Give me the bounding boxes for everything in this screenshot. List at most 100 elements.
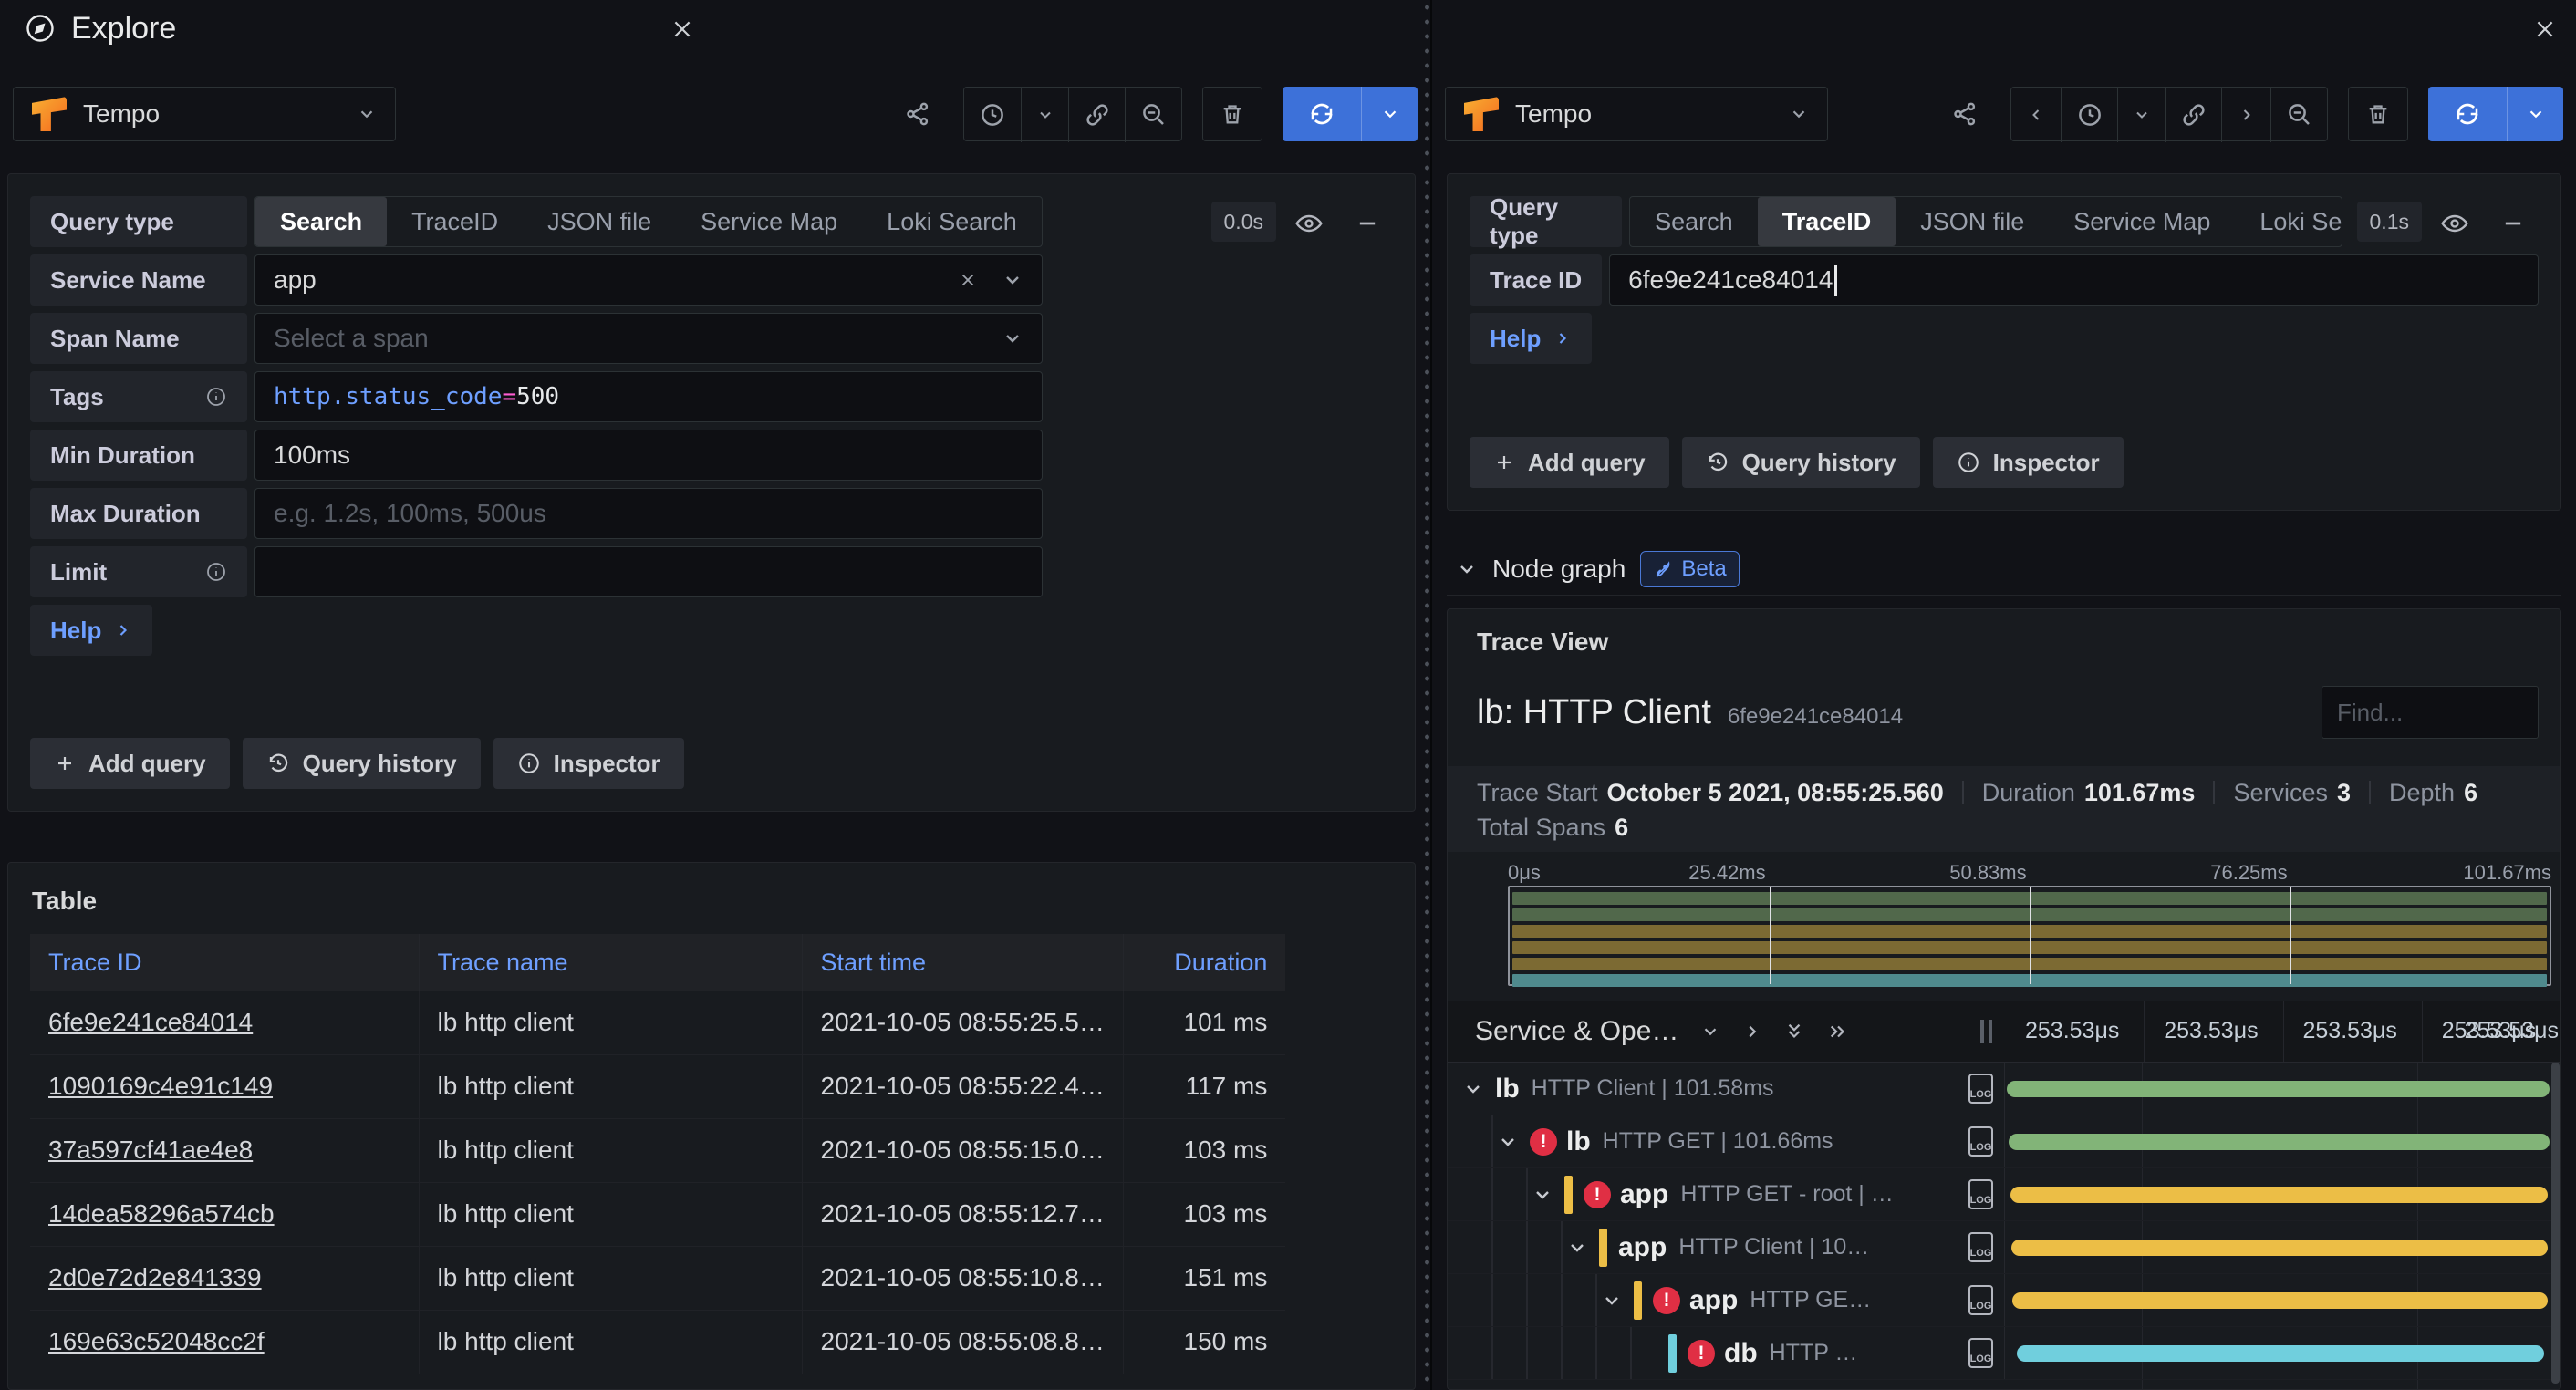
collapse-span-chevron-down-icon[interactable] <box>1497 1131 1530 1153</box>
tab-traceid[interactable]: TraceID <box>1757 197 1896 246</box>
expand-all-double-chevron-right-icon[interactable] <box>1826 1022 1850 1042</box>
trace-id-link[interactable]: 6fe9e241ce84014 <box>48 1008 253 1036</box>
datasource-picker[interactable]: Tempo <box>1445 87 1828 141</box>
info-icon[interactable] <box>205 561 227 583</box>
time-range-button[interactable] <box>2061 88 2117 142</box>
span-bar[interactable] <box>2010 1187 2549 1203</box>
time-range-chevron-down-icon[interactable] <box>1021 88 1068 142</box>
eye-icon[interactable] <box>2429 196 2480 251</box>
col-header-start-time[interactable]: Start time <box>802 934 1124 991</box>
log-icon[interactable]: LOG <box>1968 1126 1993 1157</box>
add-query-button[interactable]: Add query <box>30 738 230 789</box>
datasource-picker[interactable]: Tempo <box>13 87 396 141</box>
col-header-trace-name[interactable]: Trace name <box>419 934 803 991</box>
tab-service-map[interactable]: Service Map <box>2049 197 2235 246</box>
trace-id-link[interactable]: 169e63c52048cc2f <box>48 1327 265 1355</box>
time-range-button[interactable] <box>964 88 1021 142</box>
col-header-duration[interactable]: Duration <box>1123 934 1286 991</box>
run-query-button[interactable] <box>1283 87 1418 141</box>
log-icon[interactable]: LOG <box>1968 1338 1993 1368</box>
help-link[interactable]: Help <box>1470 313 1593 364</box>
share-icon[interactable] <box>1939 87 1990 141</box>
span-row[interactable]: app HTTP Client | 10… LOG <box>1448 1221 2560 1274</box>
span-row[interactable]: ! lb HTTP GET | 101.66ms LOG <box>1448 1115 2560 1168</box>
inspector-button[interactable]: Inspector <box>1932 437 2124 488</box>
clear-icon[interactable] <box>958 270 978 290</box>
collapse-query-minus-icon[interactable] <box>2488 196 2539 251</box>
tab-search[interactable]: Search <box>255 197 388 246</box>
close-left-split-icon[interactable] <box>664 11 701 47</box>
log-icon[interactable]: LOG <box>1968 1074 1993 1104</box>
collapse-span-chevron-down-icon[interactable] <box>1462 1078 1495 1100</box>
span-row[interactable]: lb HTTP Client | 101.58ms LOG <box>1448 1063 2560 1115</box>
zoom-out-icon[interactable] <box>2270 88 2327 142</box>
trace-id-link[interactable]: 37a597cf41ae4e8 <box>48 1136 253 1164</box>
log-icon[interactable]: LOG <box>1968 1179 1993 1209</box>
min-duration-input[interactable]: 100ms <box>254 430 1043 481</box>
span-row[interactable]: ! app HTTP GET - root | … LOG <box>1448 1168 2560 1221</box>
query-history-button[interactable]: Query history <box>242 738 481 789</box>
remove-query-trash-icon[interactable] <box>1202 87 1262 141</box>
tab-loki-search[interactable]: Loki Search <box>862 197 1042 246</box>
shift-time-back-icon[interactable] <box>2011 88 2061 142</box>
help-link[interactable]: Help <box>30 605 153 656</box>
vertical-scrollbar[interactable] <box>2551 1063 2560 1384</box>
span-bar[interactable] <box>2012 1292 2549 1309</box>
tab-traceid[interactable]: TraceID <box>387 197 523 246</box>
find-input[interactable]: Find... <box>2322 686 2539 739</box>
share-icon[interactable] <box>892 87 943 141</box>
trace-id-link[interactable]: 14dea58296a574cb <box>48 1199 275 1228</box>
query-history-button[interactable]: Query history <box>1681 437 1920 488</box>
span-bar[interactable] <box>2007 1081 2550 1097</box>
add-query-button[interactable]: Add query <box>1470 437 1669 488</box>
zoom-out-icon[interactable] <box>1125 88 1181 142</box>
tags-input[interactable]: http.status_code = 500 <box>254 371 1043 422</box>
inspector-button[interactable]: Inspector <box>493 738 684 789</box>
chevron-right-icon[interactable] <box>1742 1022 1762 1042</box>
run-query-button[interactable] <box>2428 87 2563 141</box>
span-row[interactable]: ! db HTTP … LOG <box>1448 1327 2560 1380</box>
span-bar[interactable] <box>2008 1134 2550 1150</box>
run-options-chevron-down-icon[interactable] <box>1361 87 1418 141</box>
close-right-split-icon[interactable] <box>2527 11 2563 47</box>
log-icon[interactable]: LOG <box>1968 1232 1993 1262</box>
max-duration-input[interactable]: e.g. 1.2s, 100ms, 500us <box>254 488 1043 539</box>
timeline-minimap[interactable] <box>1508 886 2551 987</box>
refresh-icon[interactable] <box>2428 87 2507 141</box>
collapse-span-chevron-down-icon[interactable] <box>1532 1184 1564 1206</box>
span-bar[interactable] <box>2011 1240 2549 1256</box>
col-header-trace-id[interactable]: Trace ID <box>30 934 420 991</box>
time-range-chevron-down-icon[interactable] <box>2117 88 2165 142</box>
span-bar[interactable] <box>2017 1345 2544 1362</box>
span-row[interactable]: ! app HTTP GE… LOG <box>1448 1274 2560 1327</box>
tab-loki-search[interactable]: Loki Search <box>2235 197 2341 246</box>
limit-input[interactable] <box>254 546 1043 597</box>
node-graph-section[interactable]: Node graph Beta <box>1447 543 2561 596</box>
tab-json-file[interactable]: JSON file <box>1896 197 2049 246</box>
tab-service-map[interactable]: Service Map <box>676 197 862 246</box>
log-icon[interactable]: LOG <box>1968 1285 1993 1315</box>
collapse-span-chevron-down-icon[interactable] <box>1601 1290 1634 1312</box>
refresh-icon[interactable] <box>1283 87 1361 141</box>
link-icon[interactable] <box>2165 88 2221 142</box>
run-options-chevron-down-icon[interactable] <box>2507 87 2563 141</box>
eye-icon[interactable] <box>1283 196 1335 251</box>
service-name-select[interactable]: app <box>254 254 1043 306</box>
collapse-all-double-chevron-down-icon[interactable] <box>1784 1020 1804 1043</box>
pane-splitter-handle[interactable] <box>1424 0 1430 1390</box>
trace-id-link[interactable]: 1090169c4e91c149 <box>48 1072 273 1100</box>
info-icon[interactable] <box>205 386 227 408</box>
sort-chevron-down-icon[interactable] <box>1700 1022 1720 1042</box>
chevron-down-icon[interactable] <box>1002 269 1023 291</box>
trace-id-link[interactable]: 2d0e72d2e841339 <box>48 1263 262 1291</box>
column-resize-handle[interactable] <box>1980 1020 1992 1043</box>
chevron-down-icon[interactable] <box>1002 327 1023 349</box>
trace-id-input[interactable]: 6fe9e241ce84014 <box>1609 254 2539 306</box>
remove-query-trash-icon[interactable] <box>2348 87 2408 141</box>
collapse-query-minus-icon[interactable] <box>1342 196 1393 251</box>
tab-json-file[interactable]: JSON file <box>523 197 676 246</box>
link-icon[interactable] <box>1068 88 1125 142</box>
tab-search[interactable]: Search <box>1630 197 1758 246</box>
shift-time-forward-icon[interactable] <box>2221 88 2270 142</box>
span-name-select[interactable]: Select a span <box>254 313 1043 364</box>
